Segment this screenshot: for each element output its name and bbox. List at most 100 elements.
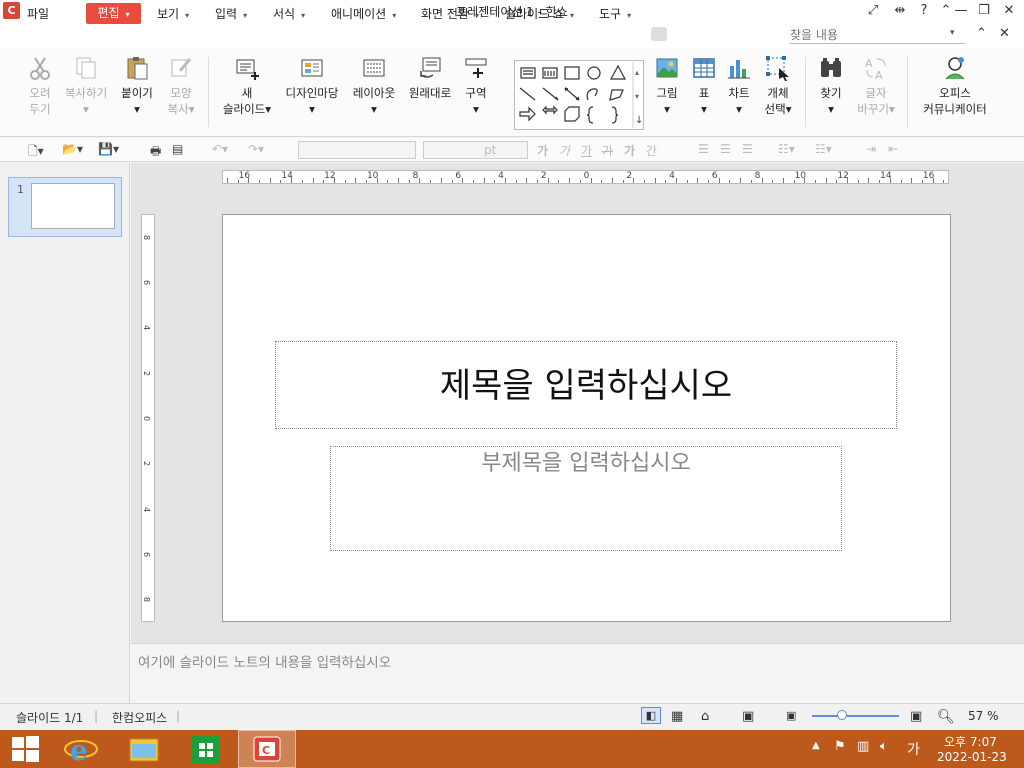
zoom-in-icon[interactable]: ▣: [910, 709, 922, 724]
close-document-icon[interactable]: ✕: [999, 26, 1010, 41]
table-button[interactable]: 표 ▾: [688, 55, 720, 117]
close-button[interactable]: ✕: [998, 2, 1020, 20]
magnifier-icon[interactable]: 🔍︎: [937, 709, 955, 725]
replace-button[interactable]: AA 글자 바꾸기▾: [853, 55, 899, 117]
restore-size-icon[interactable]: ⤢: [862, 2, 884, 20]
font-color-button[interactable]: 간: [646, 142, 657, 159]
new-slide-button[interactable]: 새 슬라이드▾: [218, 55, 276, 117]
new-document-icon[interactable]: 🗋▾: [28, 142, 44, 163]
print-icon[interactable]: 🖶: [150, 142, 161, 163]
menu-slideshow[interactable]: 슬라이드 쇼 ▾: [505, 4, 574, 24]
cloud-sync-icon[interactable]: [651, 27, 667, 41]
picture-button[interactable]: 그림 ▾: [651, 55, 683, 117]
paste-button[interactable]: 붙이기 ▾: [118, 55, 156, 117]
zoom-level[interactable]: 57 %: [968, 709, 999, 723]
cut-button[interactable]: 오려 두기: [24, 55, 56, 117]
new-slide-label-1: 새: [241, 86, 253, 100]
ruler-tick: [472, 180, 474, 183]
italic-button[interactable]: 가: [559, 142, 570, 159]
ruler-tick: [643, 180, 645, 183]
menu-edit[interactable]: 편집 ▾: [86, 3, 141, 24]
file-explorer-button[interactable]: [118, 730, 170, 768]
app-name: 한컴오피스: [112, 711, 168, 725]
zoom-out-icon[interactable]: ▣: [786, 709, 796, 722]
internet-explorer-button[interactable]: e: [55, 730, 107, 768]
clock-time[interactable]: 오후 7:07: [944, 733, 997, 750]
font-name-select[interactable]: [298, 141, 416, 159]
redo-icon[interactable]: ↷▾: [248, 142, 264, 156]
select-object-button[interactable]: 개체 선택▾: [760, 55, 796, 117]
menu-animation[interactable]: 애니메이션 ▾: [331, 4, 396, 24]
ruler-tick: [398, 178, 400, 183]
ruler-tick: [676, 178, 678, 183]
ruler-tick: [943, 180, 945, 183]
shadow-button[interactable]: 가: [624, 142, 635, 159]
notes-placeholder[interactable]: 여기에 슬라이드 노트의 내용을 입력하십시오: [138, 651, 391, 671]
design-gallery-button[interactable]: 디자인마당 ▾: [282, 55, 342, 117]
slide-thumbnail-preview[interactable]: [31, 183, 115, 229]
align-center-icon[interactable]: ☰: [720, 142, 731, 156]
print-preview-icon[interactable]: ▤: [172, 142, 183, 156]
maximize-button[interactable]: ❐: [973, 2, 995, 20]
show-hidden-icons[interactable]: ▲: [812, 740, 820, 751]
undo-icon[interactable]: ↶▾: [212, 142, 228, 156]
title-placeholder[interactable]: 제목을 입력하십시오: [275, 341, 897, 429]
search-input[interactable]: [790, 27, 965, 44]
format-toolbar: 🗋▾ 📂▾ 💾▾ 🖶 ▤ ↶▾ ↷▾ pt 가 가 가 가 가 간 ☰ ☰ ☰ …: [0, 138, 1024, 162]
open-folder-icon[interactable]: 📂▾: [62, 142, 83, 156]
fit-window-icon[interactable]: ▣: [742, 709, 754, 724]
slide-sorter-icon[interactable]: ▦: [671, 709, 683, 724]
windows-store-button[interactable]: [180, 730, 232, 768]
align-left-icon[interactable]: ☰: [698, 142, 709, 156]
slideshow-view-icon[interactable]: ⌂: [701, 709, 709, 724]
zoom-slider-track[interactable]: [812, 715, 899, 717]
menu-transition[interactable]: 화면 전환 ▾: [421, 4, 479, 24]
underline-button[interactable]: 가: [581, 142, 592, 159]
reset-button[interactable]: 원래대로: [406, 55, 454, 101]
menu-insert[interactable]: 입력 ▾: [215, 4, 247, 24]
network-icon[interactable]: ▥: [857, 739, 869, 754]
start-button[interactable]: [0, 730, 52, 768]
normal-view-icon[interactable]: ◧: [641, 707, 661, 724]
search-dropdown-icon[interactable]: ▾: [950, 28, 955, 38]
save-icon[interactable]: 💾▾: [98, 142, 119, 156]
ruler-tick: [355, 178, 357, 183]
layout-button[interactable]: 레이아웃 ▾: [350, 55, 398, 117]
copy-button[interactable]: 복사하기 ▾: [62, 55, 110, 117]
ruler-tick: [665, 180, 667, 183]
chevron-down-icon: ▾: [185, 11, 190, 20]
subtitle-placeholder[interactable]: 부제목을 입력하십시오: [330, 446, 842, 551]
menu-tools[interactable]: 도구 ▾: [599, 4, 631, 24]
numbered-list-icon[interactable]: ☷▾: [815, 142, 832, 156]
section-button[interactable]: 구역 ▾: [460, 55, 492, 117]
menu-file[interactable]: 파일: [27, 4, 49, 24]
ime-indicator[interactable]: 가: [907, 739, 920, 759]
hancom-show-taskbar-button[interactable]: C: [238, 730, 296, 768]
clock-date[interactable]: 2022-01-23: [937, 750, 1007, 764]
format-painter-button[interactable]: 모양 복사▾: [162, 55, 200, 117]
shapes-gallery[interactable]: ▴ ▾ ↓: [514, 60, 644, 130]
menu-insert-label: 입력: [215, 7, 238, 21]
split-view-icon[interactable]: ⇹: [889, 2, 911, 20]
horizontal-ruler[interactable]: 16 14 12 10 8 6 4 2 0 2 4 6 8 10 12 14 16: [222, 170, 949, 184]
help-icon[interactable]: ?: [913, 2, 935, 20]
action-center-flag-icon[interactable]: ⚑: [834, 739, 846, 754]
strikethrough-button[interactable]: 가: [602, 142, 613, 159]
indent-increase-icon[interactable]: ⇥: [866, 142, 876, 156]
align-right-icon[interactable]: ☰: [742, 142, 753, 156]
find-button[interactable]: 찾기 ▾: [815, 55, 847, 117]
minimize-button[interactable]: —: [950, 2, 972, 20]
bullet-list-icon[interactable]: ☷▾: [778, 142, 795, 156]
chart-button[interactable]: 차트 ▾: [723, 55, 755, 117]
office-communicator-button[interactable]: 오피스 커뮤니케이터: [918, 55, 992, 117]
slide-position: 슬라이드 1/1: [16, 711, 84, 725]
ruler-tick: [601, 180, 603, 183]
menu-format[interactable]: 서식 ▾: [273, 4, 305, 24]
font-size-select[interactable]: pt: [423, 141, 528, 159]
bold-button[interactable]: 가: [537, 142, 548, 159]
ribbon-collapse-icon[interactable]: ⌃: [976, 26, 987, 41]
vertical-ruler[interactable]: 8 6 4 2 0 2 4 6 8: [141, 214, 155, 622]
volume-icon[interactable]: 🔈︎: [880, 739, 888, 754]
indent-decrease-icon[interactable]: ⇤: [888, 142, 898, 156]
menu-view[interactable]: 보기 ▾: [157, 4, 189, 24]
